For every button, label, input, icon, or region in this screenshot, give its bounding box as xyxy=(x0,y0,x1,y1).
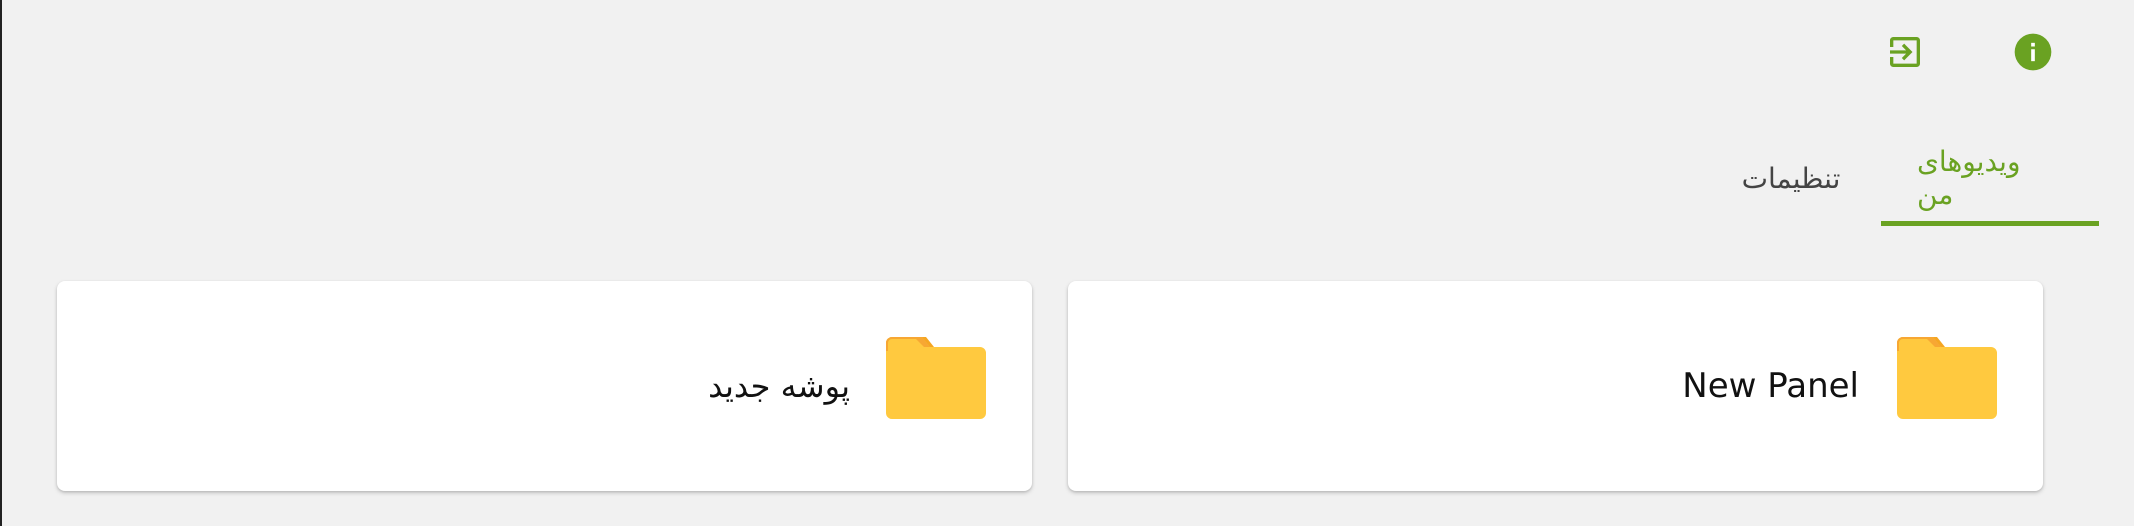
info-icon xyxy=(2014,33,2052,71)
folder-icon xyxy=(1897,337,1997,419)
folder-card[interactable]: New Panel xyxy=(1068,281,2043,491)
tab-bar: ویدیوهای من تنظیمات xyxy=(1701,130,2099,226)
tab-my-videos[interactable]: ویدیوهای من xyxy=(1881,130,2099,226)
info-button[interactable] xyxy=(2011,30,2055,74)
tab-label: ویدیوهای من xyxy=(1917,145,2021,211)
login-icon xyxy=(1890,37,1920,67)
folder-icon xyxy=(886,337,986,419)
tab-label: تنظیمات xyxy=(1741,161,1841,195)
folder-card[interactable]: پوشه جدید xyxy=(57,281,1032,491)
folder-name: پوشه جدید xyxy=(708,367,850,405)
tab-settings[interactable]: تنظیمات xyxy=(1701,130,1881,226)
folder-name: New Panel xyxy=(1682,366,1859,406)
login-button[interactable] xyxy=(1883,30,1927,74)
window-left-edge xyxy=(0,0,2,526)
